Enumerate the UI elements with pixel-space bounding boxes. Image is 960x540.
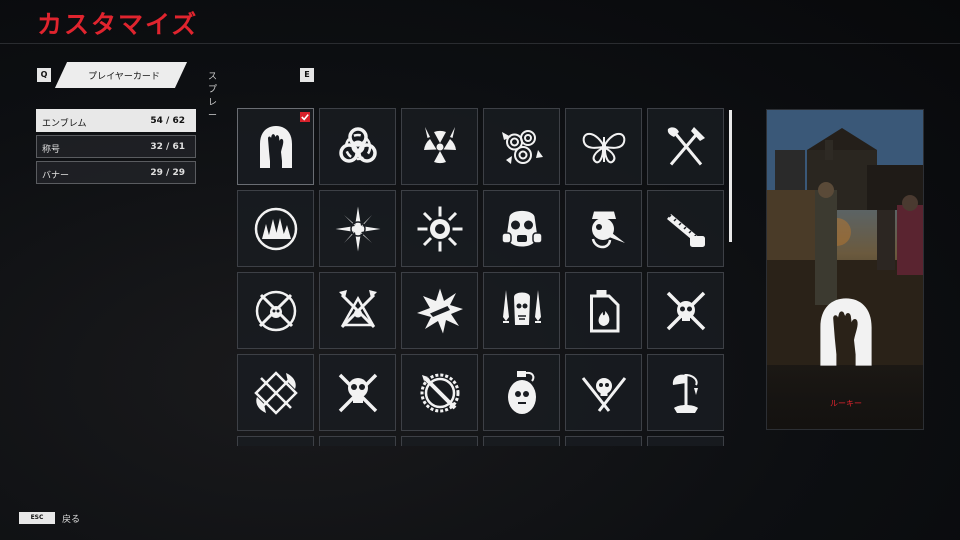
emblem-tile[interactable] — [565, 108, 642, 185]
back-label[interactable]: 戻る — [62, 512, 80, 525]
emblem-tile[interactable] — [647, 190, 724, 267]
axe-stump-icon — [672, 374, 698, 413]
crossed-axes-icon — [339, 290, 377, 329]
roses-icon — [502, 130, 543, 164]
skull-chainsaws-icon — [666, 291, 706, 331]
grid-scrollbar[interactable] — [729, 110, 732, 242]
menu-item-banner[interactable]: バナー 29 / 29 — [36, 161, 196, 184]
scythes-icon — [254, 371, 298, 415]
biohazard-icon — [339, 127, 377, 163]
emblem-tile[interactable] — [401, 190, 478, 267]
emblem-tile[interactable] — [565, 354, 642, 431]
header: カスタマイズ — [0, 0, 960, 44]
preview-caption: ルーキー — [830, 399, 862, 408]
zombie-hand-icon — [260, 126, 292, 168]
buzzsaw-blade-icon — [420, 373, 460, 413]
tab-player-card[interactable]: プレイヤーカード — [79, 69, 169, 82]
emblem-tile[interactable] — [237, 108, 314, 185]
emblem-tile[interactable] — [565, 272, 642, 349]
menu-item-label: 称号 — [42, 145, 61, 155]
compass-star-icon — [335, 206, 381, 252]
emblem-tile[interactable] — [401, 108, 478, 185]
emblem-tile[interactable] — [565, 190, 642, 267]
menu-item-label: エンブレム — [42, 119, 87, 129]
zombie-hand-icon — [820, 298, 872, 366]
category-menu: エンブレム 54 / 62 称号 32 / 61 バナー 29 / 29 — [36, 109, 196, 187]
emblem-tile[interactable] — [237, 354, 314, 431]
emblem-tile[interactable] — [237, 436, 314, 446]
emblem-tile[interactable] — [565, 436, 642, 446]
menu-item-count: 29 / 29 — [150, 168, 185, 178]
emblem-tile[interactable] — [483, 108, 560, 185]
next-tab-key[interactable]: E — [300, 68, 314, 82]
menu-item-count: 32 / 61 — [150, 142, 185, 152]
emblem-tile[interactable] — [647, 272, 724, 349]
chainsaw-icon — [667, 214, 705, 247]
grenade-icon — [508, 371, 536, 414]
emblem-tile[interactable] — [647, 354, 724, 431]
gas-mask-icon — [501, 210, 543, 247]
menu-item-label: バナー — [42, 171, 70, 181]
butterfly-icon — [582, 132, 626, 164]
dagger-skull-icon — [503, 290, 541, 325]
emblem-tile[interactable] — [319, 190, 396, 267]
emblem-tile[interactable] — [401, 272, 478, 349]
axe-shovel-icon — [667, 127, 705, 166]
menu-item-count: 54 / 62 — [150, 116, 185, 126]
prev-tab-key[interactable]: Q — [37, 68, 51, 82]
skull-rifles-icon — [581, 377, 627, 412]
emblem-tile[interactable] — [319, 354, 396, 431]
emblem-tile[interactable] — [401, 436, 478, 446]
plague-doctor-icon — [591, 211, 625, 249]
skull-pickaxe-icon — [255, 290, 297, 332]
page-title: カスタマイズ — [37, 10, 199, 39]
equipped-check-icon — [300, 112, 310, 122]
player-card-preview: ルーキー — [766, 109, 924, 430]
radiation-icon — [424, 127, 456, 164]
emblem-tile[interactable] — [319, 436, 396, 446]
emblem-tile[interactable] — [237, 272, 314, 349]
emblem-tile[interactable] — [319, 108, 396, 185]
skull-crossed-blades-icon — [338, 373, 378, 413]
emblem-grid — [237, 108, 727, 446]
tab-spray[interactable]: スプレー — [208, 69, 217, 121]
esc-key[interactable]: ESC — [19, 512, 55, 524]
explosion-icon — [417, 288, 463, 334]
emblem-tile[interactable] — [647, 436, 724, 446]
emblem-tile[interactable] — [483, 436, 560, 446]
spiked-sun-icon — [417, 206, 463, 252]
emblem-tile[interactable] — [483, 190, 560, 267]
forest-icon — [254, 207, 298, 251]
emblem-tile[interactable] — [237, 190, 314, 267]
emblem-tile[interactable] — [483, 354, 560, 431]
menu-item-emblem[interactable]: エンブレム 54 / 62 — [36, 109, 196, 132]
menu-item-title[interactable]: 称号 32 / 61 — [36, 135, 196, 158]
emblem-tile[interactable] — [319, 272, 396, 349]
emblem-tile[interactable] — [401, 354, 478, 431]
emblem-tile[interactable] — [483, 272, 560, 349]
emblem-tile[interactable] — [647, 108, 724, 185]
fuel-can-icon — [590, 290, 620, 333]
